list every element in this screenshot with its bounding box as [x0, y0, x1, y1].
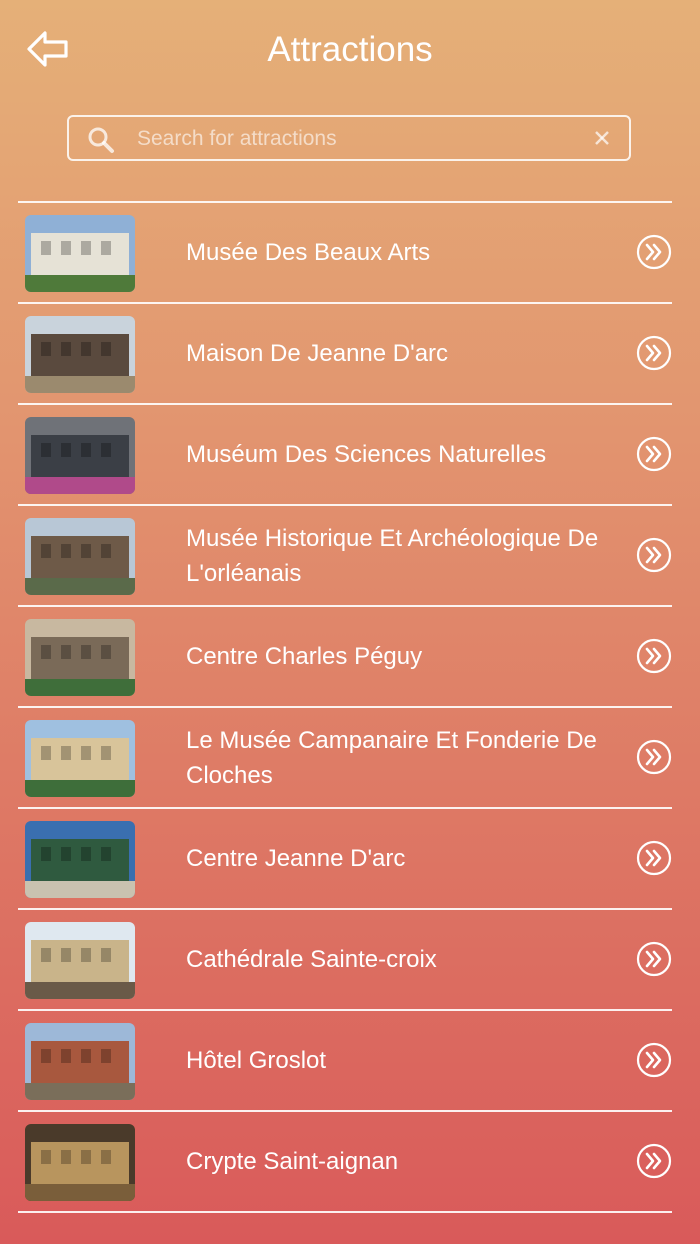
chevron-right-icon[interactable] [636, 840, 672, 876]
search-input[interactable] [135, 117, 579, 161]
list-item[interactable]: Centre Charles Péguy [18, 607, 672, 708]
list-item[interactable]: Musée Historique Et Archéologique De L'o… [18, 506, 672, 607]
attraction-thumbnail [25, 619, 135, 696]
chevron-right-icon[interactable] [636, 234, 672, 270]
attraction-name: Centre Charles Péguy [186, 643, 423, 670]
attraction-name: Maison De Jeanne D'arc [186, 340, 449, 367]
chevron-right-icon[interactable] [636, 335, 672, 371]
list-item[interactable]: Muséum Des Sciences Naturelles [18, 405, 672, 506]
attraction-name: Hôtel Groslot [186, 1047, 327, 1074]
attraction-name: Musée Des Beaux Arts [186, 239, 431, 266]
attraction-thumbnail [25, 1023, 135, 1100]
attraction-thumbnail [25, 720, 135, 797]
chevron-right-icon[interactable] [636, 638, 672, 674]
list-item[interactable]: Maison De Jeanne D'arc [18, 304, 672, 405]
attraction-name: Muséum Des Sciences Naturelles [186, 441, 547, 468]
attraction-thumbnail [25, 821, 135, 898]
list-item[interactable]: Cathédrale Sainte-croix [18, 910, 672, 1011]
chevron-right-icon[interactable] [636, 1042, 672, 1078]
list-item[interactable]: Musée Des Beaux Arts [18, 203, 672, 304]
attraction-thumbnail [25, 316, 135, 393]
attraction-name: Centre Jeanne D'arc [186, 845, 406, 872]
attraction-thumbnail [25, 1124, 135, 1201]
close-icon[interactable] [591, 127, 613, 149]
page-title: Attractions [267, 30, 433, 69]
list-item[interactable]: Hôtel Groslot [18, 1011, 672, 1112]
attraction-thumbnail [25, 518, 135, 595]
chevron-right-icon[interactable] [636, 1143, 672, 1179]
list-item[interactable]: Crypte Saint-aignan [18, 1112, 672, 1213]
attraction-name: Le Musée Campanaire Et Fonderie De Cloch… [186, 726, 597, 789]
list-item[interactable]: Centre Jeanne D'arc [18, 809, 672, 910]
attraction-name: Cathédrale Sainte-croix [186, 946, 437, 973]
chevron-right-icon[interactable] [636, 537, 672, 573]
attraction-name: Musée Historique Et Archéologique De L'o… [186, 524, 599, 587]
search-bar [67, 115, 631, 161]
attraction-list: Musée Des Beaux Arts Maison De Jeanne D'a… [18, 201, 672, 1213]
search-icon [88, 127, 114, 153]
attraction-name: Crypte Saint-aignan [186, 1148, 399, 1175]
chevron-right-icon[interactable] [636, 941, 672, 977]
attraction-thumbnail [25, 417, 135, 494]
chevron-right-icon[interactable] [636, 436, 672, 472]
list-item[interactable]: Le Musée Campanaire Et Fonderie De Cloch… [18, 708, 672, 809]
chevron-right-icon[interactable] [636, 739, 672, 775]
attraction-thumbnail [25, 922, 135, 999]
attraction-thumbnail [25, 215, 135, 292]
header: Attractions [0, 0, 700, 100]
